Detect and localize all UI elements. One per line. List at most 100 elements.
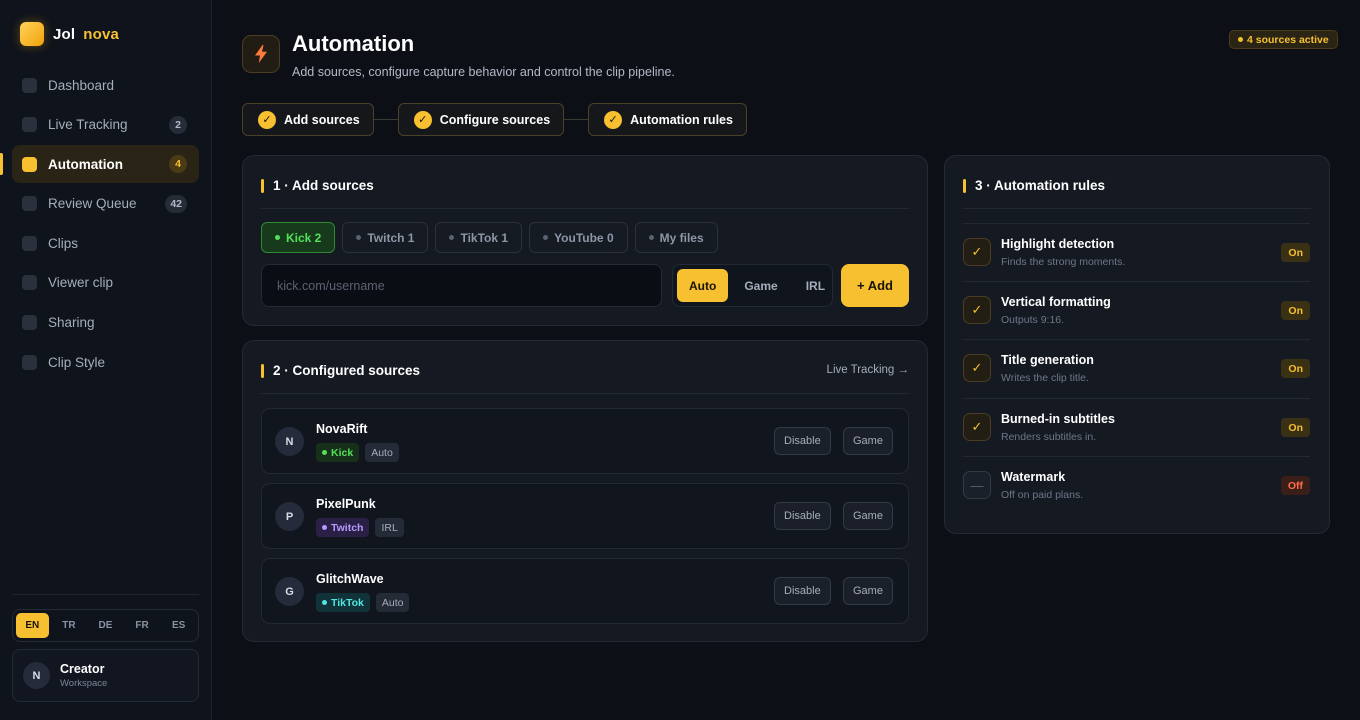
mode-game[interactable]: Game [732, 269, 789, 302]
sidebar-item-live-tracking[interactable]: Live Tracking 2 [12, 106, 199, 144]
sidebar-item-label: Sharing [48, 315, 95, 331]
kick-dot-icon [322, 450, 327, 455]
checkbox[interactable]: — [963, 471, 991, 499]
content-type-button[interactable]: Game [843, 427, 893, 455]
avatar: N [275, 427, 304, 456]
rule-state-badge: Off [1280, 476, 1310, 495]
live-tracking-link[interactable]: Live Tracking → [827, 364, 909, 376]
card-title: 2 · Configured sources [261, 363, 420, 378]
rule-state-badge: On [1281, 243, 1310, 262]
brand[interactable]: Jol nova [20, 22, 119, 46]
source-row: N NovaRift Kick Auto Disable Game [261, 408, 909, 474]
live-tracking-icon [22, 117, 37, 133]
count-badge: 2 [169, 115, 187, 134]
tab-tiktok[interactable]: TikTok 1 [435, 222, 523, 253]
tab-label: TikTok 1 [460, 230, 509, 245]
tab-twitch[interactable]: Twitch 1 [342, 222, 429, 253]
disable-button[interactable]: Disable [774, 427, 831, 455]
mode-auto[interactable]: Auto [677, 269, 729, 302]
sidebar-item-automation[interactable]: Automation 4 [0, 145, 199, 184]
platform-label: TikTok [331, 596, 364, 609]
sidebar-item-viewer-clip[interactable]: Viewer clip [12, 264, 199, 302]
sidebar-item-label: Clips [48, 235, 79, 251]
mode-badge: Auto [375, 593, 410, 612]
checkbox[interactable]: ✓ [963, 238, 991, 266]
checkbox[interactable]: ✓ [963, 296, 991, 324]
sidebar-item-label: Dashboard [48, 77, 115, 93]
source-tags: Kick Auto [316, 443, 399, 462]
tiktok-dot-icon [322, 600, 327, 605]
brand-name-part2: nova [83, 25, 120, 43]
capture-mode-toggle: Auto Game IRL [672, 264, 833, 307]
sidebar-item-sharing[interactable]: Sharing [12, 304, 199, 342]
user-card[interactable]: N Creator Workspace [12, 649, 199, 702]
sharing-icon [22, 315, 37, 331]
sidebar-item-clip-style[interactable]: Clip Style [12, 343, 199, 381]
count-badge: 42 [165, 194, 187, 213]
status-badge-label: 4 sources active [1247, 33, 1329, 46]
mode-irl[interactable]: IRL [794, 269, 837, 302]
checkbox[interactable]: ✓ [963, 413, 991, 441]
brand-name: Jol nova [53, 26, 119, 43]
rule-name: Watermark [1001, 470, 1066, 484]
tab-youtube[interactable]: YouTube 0 [529, 222, 628, 253]
lang-tr[interactable]: TR [53, 613, 86, 638]
sidebar-item-label: Review Queue [48, 196, 137, 212]
page-title: Automation [292, 31, 415, 56]
card-divider [261, 393, 909, 394]
sidebar-item-review-queue[interactable]: Review Queue 42 [12, 185, 199, 223]
source-url-input[interactable] [261, 264, 662, 307]
source-row: P PixelPunk Twitch IRL Disable Game [261, 483, 909, 549]
sidebar-divider [12, 594, 199, 595]
title-accent-bar [261, 178, 264, 193]
disable-button[interactable]: Disable [774, 577, 831, 605]
configured-sources-card: 2 · Configured sources Live Tracking → N… [242, 340, 928, 642]
content-type-button[interactable]: Game [843, 577, 893, 605]
lang-en[interactable]: EN [16, 613, 49, 638]
sidebar-item-clips[interactable]: Clips [12, 224, 199, 262]
add-source-button[interactable]: + Add [841, 264, 909, 307]
platform-tabs: Kick 2 Twitch 1 TikTok 1 YouTube 0 My fi… [261, 222, 718, 253]
sidebar-nav: Dashboard Live Tracking 2 Automation 4 R… [0, 66, 199, 383]
tab-kick[interactable]: Kick 2 [261, 222, 336, 253]
count-badge: 4 [169, 155, 187, 174]
content-type-button[interactable]: Game [843, 502, 893, 530]
sidebar: Jol nova Dashboard Live Tracking 2 Automa… [0, 0, 212, 720]
automation-icon [22, 156, 37, 172]
rule-title-generation: ✓ Title generation Writes the clip title… [963, 339, 1310, 397]
platform-badge: TikTok [316, 593, 370, 612]
tab-my-files[interactable]: My files [634, 222, 718, 253]
source-name: NovaRift [316, 422, 368, 436]
card-title-text: 2 · Configured sources [273, 363, 421, 378]
tab-label: My files [659, 230, 704, 245]
platform-label: Kick [331, 446, 354, 459]
step-automation-rules[interactable]: ✓ Automation rules [588, 103, 747, 136]
title-accent-bar [963, 178, 966, 193]
checkbox[interactable]: ✓ [963, 354, 991, 382]
rule-description: Off on paid plans. [1001, 489, 1084, 501]
tiktok-dot-icon [449, 235, 455, 240]
step-add-sources[interactable]: ✓ Add sources [242, 103, 374, 136]
status-badge: 4 sources active [1229, 30, 1338, 49]
rule-description: Writes the clip title. [1001, 372, 1089, 384]
sidebar-item-label: Viewer clip [48, 275, 114, 291]
disable-button[interactable]: Disable [774, 502, 831, 530]
step-label: Add sources [284, 112, 360, 127]
language-switcher: EN TR DE FR ES [12, 609, 199, 642]
lang-de[interactable]: DE [89, 613, 122, 638]
rule-name: Burned-in subtitles [1001, 412, 1115, 426]
source-name: GlitchWave [316, 572, 384, 586]
step-configure-sources[interactable]: ✓ Configure sources [397, 103, 565, 136]
lang-fr[interactable]: FR [126, 613, 159, 638]
tab-label: Twitch 1 [367, 230, 415, 245]
sidebar-item-label: Live Tracking [48, 117, 128, 133]
platform-label: Twitch [331, 521, 364, 534]
mode-badge: Auto [365, 443, 399, 462]
source-name: PixelPunk [316, 497, 376, 511]
source-tags: TikTok Auto [316, 593, 410, 612]
check-icon: ✓ [258, 110, 276, 129]
lang-es[interactable]: ES [162, 613, 195, 638]
sidebar-item-dashboard[interactable]: Dashboard [12, 66, 199, 104]
rule-state-badge: On [1281, 418, 1310, 437]
rule-name: Vertical formatting [1001, 295, 1111, 309]
